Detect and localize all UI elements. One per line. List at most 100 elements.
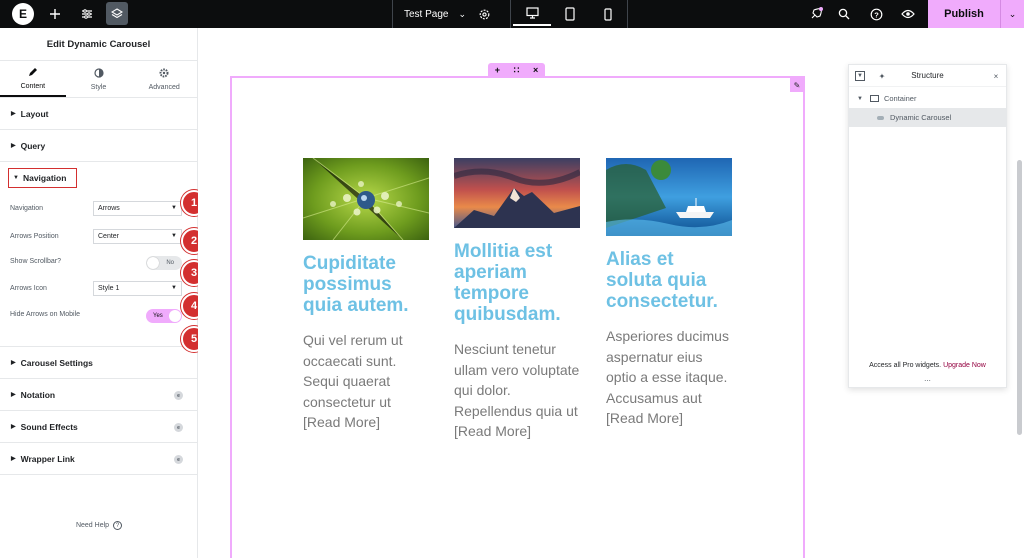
show-scrollbar-label: Show Scrollbar? <box>10 258 61 265</box>
elementor-logo[interactable]: E <box>12 3 34 25</box>
caret-right-icon: ▶ <box>11 424 16 430</box>
tab-style-label: Style <box>90 83 107 91</box>
container-icon <box>869 95 879 102</box>
need-help-label: Need Help <box>75 522 110 529</box>
pro-badge-icon: e <box>174 423 183 432</box>
structure-header: ▼ ✦ Structure × <box>849 65 1006 87</box>
section-layout-label: Layout <box>20 108 49 119</box>
close-icon[interactable]: × <box>533 65 538 75</box>
hide-arrows-mobile-label: Hide Arrows on Mobile <box>10 311 81 318</box>
structure-layers-icon[interactable] <box>106 2 128 25</box>
svg-text:?: ? <box>874 10 879 19</box>
tablet-icon[interactable] <box>551 2 589 26</box>
card-image-water-drops[interactable] <box>303 158 429 240</box>
page-settings-gear-icon[interactable] <box>474 4 494 24</box>
card-title[interactable]: Alias et soluta quia consectetur. <box>606 249 732 312</box>
show-scrollbar-toggle[interactable]: No <box>146 256 182 270</box>
tab-advanced-label: Advanced <box>148 83 180 91</box>
panel-title: Edit Dynamic Carousel <box>0 28 197 61</box>
mobile-icon[interactable] <box>589 2 627 26</box>
section-query-label: Query <box>20 140 46 151</box>
desktop-icon[interactable] <box>513 2 551 26</box>
show-scrollbar-value: No <box>166 260 174 266</box>
edit-widget-pencil-icon[interactable]: ✎ <box>790 78 804 92</box>
section-navigation: ▼ Navigation Navigation Arrows ▼ Arrows … <box>0 162 197 347</box>
card-title[interactable]: Cupiditate possimus quia autem. <box>303 253 429 316</box>
section-query[interactable]: ▶ Query <box>0 130 197 162</box>
close-icon[interactable]: × <box>991 71 1001 81</box>
pro-badge-icon: e <box>174 391 183 400</box>
tab-style[interactable]: Style <box>66 61 132 97</box>
preview-eye-icon[interactable] <box>898 4 918 24</box>
section-notation[interactable]: ▶ Notation e <box>0 379 197 411</box>
page-title: Test Page <box>404 8 449 20</box>
caret-down-icon: ▼ <box>857 95 863 102</box>
help-icon[interactable]: ? <box>866 4 886 24</box>
tab-content[interactable]: Content <box>0 61 66 97</box>
carousel-card[interactable]: Mollitia est aperiam tempore quibusdam. … <box>454 158 580 442</box>
navigation-label: Navigation <box>10 205 44 212</box>
hide-arrows-mobile-value: Yes <box>153 313 163 319</box>
tab-content-label: Content <box>20 82 46 90</box>
tree-item-dynamic-carousel[interactable]: Dynamic Carousel <box>849 108 1006 127</box>
carousel-card[interactable]: Alias et soluta quia consectetur. Asperi… <box>606 158 732 429</box>
caret-right-icon: ▶ <box>11 392 16 398</box>
upgrade-now-link[interactable]: Upgrade Now <box>943 362 986 369</box>
caret-right-icon: ▶ <box>11 111 16 117</box>
structure-title: Structure <box>911 71 944 80</box>
card-excerpt: Asperiores ducimus aspernatur eius optio… <box>606 328 729 426</box>
canvas-scrollbar[interactable] <box>1017 160 1022 435</box>
card-excerpt: Nesciunt tenetur ullam vero voluptate qu… <box>454 341 580 439</box>
top-bar: E Test Page ⌄ ? Publish ⌄ <box>0 0 1024 28</box>
card-image-yacht-sea[interactable] <box>606 158 732 236</box>
section-carousel-settings-label: Carousel Settings <box>20 357 93 368</box>
section-layout[interactable]: ▶ Layout <box>0 98 197 130</box>
add-element-icon[interactable] <box>45 4 65 24</box>
structure-panel: ▼ ✦ Structure × ▼ Container Dynamic Caro… <box>848 64 1007 388</box>
tree-item-label: Dynamic Carousel <box>890 113 952 122</box>
carousel-icon <box>877 115 884 120</box>
panel-title-text: Edit Dynamic Carousel <box>46 38 151 50</box>
site-settings-icon[interactable] <box>77 4 97 24</box>
panel-tabs: Content Style Advanced <box>0 61 197 98</box>
arrows-icon-select[interactable]: Style 1 ▼ <box>93 281 182 296</box>
tree-item-label: Container <box>883 94 917 103</box>
add-icon[interactable]: + <box>495 65 500 75</box>
arrows-position-select[interactable]: Center ▼ <box>93 229 182 244</box>
select-arrow-icon: ▼ <box>171 285 177 291</box>
publish-options-chevron-icon[interactable]: ⌄ <box>1000 0 1024 28</box>
section-sound-effects[interactable]: ▶ Sound Effects e <box>0 411 197 443</box>
arrows-icon-value: Style 1 <box>98 285 120 292</box>
section-navigation-header[interactable]: ▼ Navigation <box>8 168 77 188</box>
carousel-card[interactable]: Cupiditate possimus quia autem. Qui vel … <box>303 158 429 433</box>
publish-button[interactable]: Publish <box>928 0 1000 28</box>
hide-arrows-mobile-toggle[interactable]: Yes <box>146 309 182 323</box>
card-excerpt: Qui vel rerum ut occaecati sunt. Sequi q… <box>303 332 403 430</box>
caret-right-icon: ▶ <box>11 360 16 366</box>
card-image-mountain-sunset[interactable] <box>454 158 580 228</box>
gear-icon <box>159 68 169 81</box>
pro-promo-text: Access all Pro widgets. <box>869 362 942 369</box>
section-wrapper-link[interactable]: ▶ Wrapper Link e <box>0 443 197 475</box>
caret-right-icon: ▶ <box>11 456 16 462</box>
question-circle-icon: ? <box>113 521 123 530</box>
tree-item-container[interactable]: ▼ Container <box>849 89 1006 108</box>
tab-advanced[interactable]: Advanced <box>131 61 197 97</box>
drag-handle-icon[interactable]: ∷ <box>514 65 520 76</box>
arrows-icon-label: Arrows Icon <box>10 285 47 292</box>
half-circle-icon <box>93 67 104 81</box>
section-notation-label: Notation <box>20 389 56 400</box>
notifications-rocket-icon[interactable] <box>806 4 826 24</box>
card-title[interactable]: Mollitia est aperiam tempore quibusdam. <box>454 241 580 325</box>
resize-handle-dots[interactable]: ... <box>849 374 1006 383</box>
navigation-select[interactable]: Arrows ▼ <box>93 201 182 216</box>
section-carousel-settings[interactable]: ▶ Carousel Settings <box>0 347 197 379</box>
section-navigation-label: Navigation <box>22 173 67 183</box>
need-help-link[interactable]: Need Help ? <box>0 521 198 530</box>
arrows-position-value: Center <box>98 233 120 240</box>
container-handle[interactable]: + ∷ × <box>488 63 545 77</box>
search-icon[interactable] <box>834 4 854 24</box>
chevron-down-icon: ⌄ <box>458 8 467 19</box>
section-sound-effects-label: Sound Effects <box>20 421 78 432</box>
pro-badge-icon: e <box>174 455 183 464</box>
